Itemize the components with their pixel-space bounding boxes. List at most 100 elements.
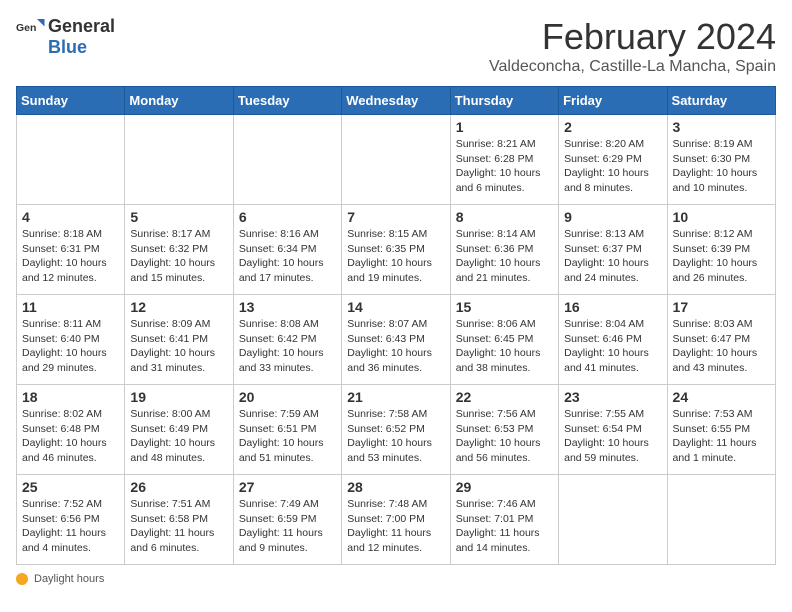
day-number: 24 xyxy=(673,389,770,405)
day-info: Sunrise: 8:07 AM Sunset: 6:43 PM Dayligh… xyxy=(347,317,444,376)
calendar-cell xyxy=(559,475,667,565)
calendar-cell xyxy=(233,115,341,205)
page-header: Gen General Blue February 2024 Valdeconc… xyxy=(16,16,776,76)
svg-text:Gen: Gen xyxy=(16,22,36,34)
calendar-cell: 10 Sunrise: 8:12 AM Sunset: 6:39 PM Dayli… xyxy=(667,205,775,295)
calendar-cell: 22 Sunrise: 7:56 AM Sunset: 6:53 PM Dayli… xyxy=(450,385,558,475)
day-number: 4 xyxy=(22,209,119,225)
calendar-cell xyxy=(125,115,233,205)
day-info: Sunrise: 8:02 AM Sunset: 6:48 PM Dayligh… xyxy=(22,407,119,466)
calendar-cell: 24 Sunrise: 7:53 AM Sunset: 6:55 PM Dayli… xyxy=(667,385,775,475)
week-row-1: 1 Sunrise: 8:21 AM Sunset: 6:28 PM Daylig… xyxy=(17,115,776,205)
day-info: Sunrise: 8:03 AM Sunset: 6:47 PM Dayligh… xyxy=(673,317,770,376)
day-info: Sunrise: 7:48 AM Sunset: 7:00 PM Dayligh… xyxy=(347,497,444,556)
day-info: Sunrise: 8:08 AM Sunset: 6:42 PM Dayligh… xyxy=(239,317,336,376)
day-number: 14 xyxy=(347,299,444,315)
calendar-cell: 4 Sunrise: 8:18 AM Sunset: 6:31 PM Daylig… xyxy=(17,205,125,295)
calendar-cell: 28 Sunrise: 7:48 AM Sunset: 7:00 PM Dayli… xyxy=(342,475,450,565)
logo-general: General xyxy=(48,16,115,36)
day-info: Sunrise: 8:04 AM Sunset: 6:46 PM Dayligh… xyxy=(564,317,661,376)
day-number: 13 xyxy=(239,299,336,315)
day-number: 17 xyxy=(673,299,770,315)
calendar-cell: 7Sunrise: 8:15 AM Sunset: 6:35 PM Daylig… xyxy=(342,205,450,295)
day-info: Sunrise: 7:56 AM Sunset: 6:53 PM Dayligh… xyxy=(456,407,553,466)
day-number: 10 xyxy=(673,209,770,225)
day-info: Sunrise: 7:53 AM Sunset: 6:55 PM Dayligh… xyxy=(673,407,770,466)
calendar-cell: 16 Sunrise: 8:04 AM Sunset: 6:46 PM Dayli… xyxy=(559,295,667,385)
day-info: Sunrise: 7:59 AM Sunset: 6:51 PM Dayligh… xyxy=(239,407,336,466)
calendar-cell: 6 Sunrise: 8:16 AM Sunset: 6:34 PM Daylig… xyxy=(233,205,341,295)
weekday-header-row: SundayMondayTuesdayWednesdayThursdayFrid… xyxy=(17,87,776,115)
day-info: Sunrise: 8:09 AM Sunset: 6:41 PM Dayligh… xyxy=(130,317,227,376)
day-number: 16 xyxy=(564,299,661,315)
calendar-cell: 29Sunrise: 7:46 AM Sunset: 7:01 PM Dayli… xyxy=(450,475,558,565)
day-number: 21 xyxy=(347,389,444,405)
day-number: 11 xyxy=(22,299,119,315)
month-title: February 2024 xyxy=(489,16,776,58)
calendar-table: SundayMondayTuesdayWednesdayThursdayFrid… xyxy=(16,86,776,565)
calendar-cell: 15Sunrise: 8:06 AM Sunset: 6:45 PM Dayli… xyxy=(450,295,558,385)
day-info: Sunrise: 8:20 AM Sunset: 6:29 PM Dayligh… xyxy=(564,137,661,196)
day-info: Sunrise: 8:17 AM Sunset: 6:32 PM Dayligh… xyxy=(130,227,227,286)
day-number: 29 xyxy=(456,479,553,495)
day-number: 25 xyxy=(22,479,119,495)
calendar-cell: 26 Sunrise: 7:51 AM Sunset: 6:58 PM Dayli… xyxy=(125,475,233,565)
day-info: Sunrise: 8:12 AM Sunset: 6:39 PM Dayligh… xyxy=(673,227,770,286)
day-info: Sunrise: 8:15 AM Sunset: 6:35 PM Dayligh… xyxy=(347,227,444,286)
day-number: 12 xyxy=(130,299,227,315)
calendar-cell: 2Sunrise: 8:20 AM Sunset: 6:29 PM Daylig… xyxy=(559,115,667,205)
calendar-cell: 17 Sunrise: 8:03 AM Sunset: 6:47 PM Dayli… xyxy=(667,295,775,385)
day-number: 6 xyxy=(239,209,336,225)
day-number: 3 xyxy=(673,119,770,135)
footer-note: Daylight hours xyxy=(16,573,776,585)
weekday-header-saturday: Saturday xyxy=(667,87,775,115)
calendar-cell: 27 Sunrise: 7:49 AM Sunset: 6:59 PM Dayli… xyxy=(233,475,341,565)
calendar-cell: 23 Sunrise: 7:55 AM Sunset: 6:54 PM Dayli… xyxy=(559,385,667,475)
sun-icon xyxy=(16,573,28,585)
day-number: 22 xyxy=(456,389,553,405)
day-info: Sunrise: 8:14 AM Sunset: 6:36 PM Dayligh… xyxy=(456,227,553,286)
calendar-cell: 3 Sunrise: 8:19 AM Sunset: 6:30 PM Daylig… xyxy=(667,115,775,205)
day-number: 27 xyxy=(239,479,336,495)
calendar-cell: 5Sunrise: 8:17 AM Sunset: 6:32 PM Daylig… xyxy=(125,205,233,295)
calendar-cell xyxy=(667,475,775,565)
calendar-cell: 11 Sunrise: 8:11 AM Sunset: 6:40 PM Dayli… xyxy=(17,295,125,385)
calendar-cell xyxy=(17,115,125,205)
day-number: 18 xyxy=(22,389,119,405)
week-row-2: 4 Sunrise: 8:18 AM Sunset: 6:31 PM Daylig… xyxy=(17,205,776,295)
weekday-header-tuesday: Tuesday xyxy=(233,87,341,115)
day-info: Sunrise: 8:19 AM Sunset: 6:30 PM Dayligh… xyxy=(673,137,770,196)
calendar-cell: 13 Sunrise: 8:08 AM Sunset: 6:42 PM Dayli… xyxy=(233,295,341,385)
day-info: Sunrise: 8:16 AM Sunset: 6:34 PM Dayligh… xyxy=(239,227,336,286)
calendar-cell: 21 Sunrise: 7:58 AM Sunset: 6:52 PM Dayli… xyxy=(342,385,450,475)
day-info: Sunrise: 8:13 AM Sunset: 6:37 PM Dayligh… xyxy=(564,227,661,286)
day-number: 19 xyxy=(130,389,227,405)
calendar-cell: 14 Sunrise: 8:07 AM Sunset: 6:43 PM Dayli… xyxy=(342,295,450,385)
day-info: Sunrise: 8:21 AM Sunset: 6:28 PM Dayligh… xyxy=(456,137,553,196)
day-info: Sunrise: 8:11 AM Sunset: 6:40 PM Dayligh… xyxy=(22,317,119,376)
calendar-cell xyxy=(342,115,450,205)
calendar-cell: 1 Sunrise: 8:21 AM Sunset: 6:28 PM Daylig… xyxy=(450,115,558,205)
day-number: 15 xyxy=(456,299,553,315)
day-info: Sunrise: 8:00 AM Sunset: 6:49 PM Dayligh… xyxy=(130,407,227,466)
day-info: Sunrise: 7:51 AM Sunset: 6:58 PM Dayligh… xyxy=(130,497,227,556)
weekday-header-thursday: Thursday xyxy=(450,87,558,115)
day-info: Sunrise: 7:55 AM Sunset: 6:54 PM Dayligh… xyxy=(564,407,661,466)
day-number: 28 xyxy=(347,479,444,495)
calendar-cell: 25Sunrise: 7:52 AM Sunset: 6:56 PM Dayli… xyxy=(17,475,125,565)
logo-icon: Gen xyxy=(16,16,46,46)
location-title: Valdeconcha, Castille-La Mancha, Spain xyxy=(489,58,776,76)
calendar-cell: 19 Sunrise: 8:00 AM Sunset: 6:49 PM Dayli… xyxy=(125,385,233,475)
day-number: 23 xyxy=(564,389,661,405)
day-number: 1 xyxy=(456,119,553,135)
weekday-header-monday: Monday xyxy=(125,87,233,115)
week-row-3: 11 Sunrise: 8:11 AM Sunset: 6:40 PM Dayli… xyxy=(17,295,776,385)
day-info: Sunrise: 7:49 AM Sunset: 6:59 PM Dayligh… xyxy=(239,497,336,556)
calendar-cell: 12 Sunrise: 8:09 AM Sunset: 6:41 PM Dayli… xyxy=(125,295,233,385)
calendar-cell: 18 Sunrise: 8:02 AM Sunset: 6:48 PM Dayli… xyxy=(17,385,125,475)
weekday-header-wednesday: Wednesday xyxy=(342,87,450,115)
day-number: 26 xyxy=(130,479,227,495)
logo: Gen General Blue xyxy=(16,16,115,58)
day-info: Sunrise: 7:58 AM Sunset: 6:52 PM Dayligh… xyxy=(347,407,444,466)
day-info: Sunrise: 8:18 AM Sunset: 6:31 PM Dayligh… xyxy=(22,227,119,286)
